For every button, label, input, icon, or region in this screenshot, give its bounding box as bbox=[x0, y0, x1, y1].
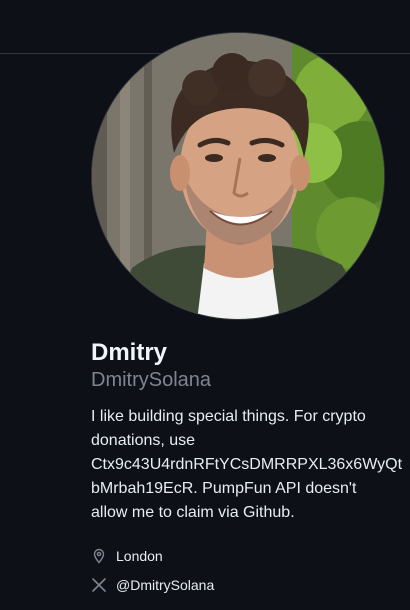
location-pin-icon bbox=[91, 548, 107, 564]
profile-name: Dmitry bbox=[91, 339, 168, 366]
bio-line: Ctx9c43U4rdnRFtYCsDMRRPXL36x6WyQt bbox=[91, 456, 403, 473]
location-text: London bbox=[116, 548, 163, 564]
profile-bio: I like building special things. For cryp… bbox=[91, 405, 403, 525]
avatar[interactable] bbox=[91, 32, 385, 320]
x-logo-icon bbox=[91, 577, 107, 593]
social-row[interactable]: @DmitrySolana bbox=[91, 575, 214, 595]
bio-line: bMrbah19EcR. PumpFun API doesn't bbox=[91, 480, 357, 497]
bio-line: allow me to claim via Github. bbox=[91, 504, 295, 521]
bio-line: I like building special things. For cryp… bbox=[91, 408, 366, 425]
location-row: London bbox=[91, 546, 163, 566]
profile-username: DmitrySolana bbox=[91, 369, 212, 391]
social-link[interactable]: @DmitrySolana bbox=[116, 577, 214, 593]
bio-line: donations, use bbox=[91, 432, 196, 449]
